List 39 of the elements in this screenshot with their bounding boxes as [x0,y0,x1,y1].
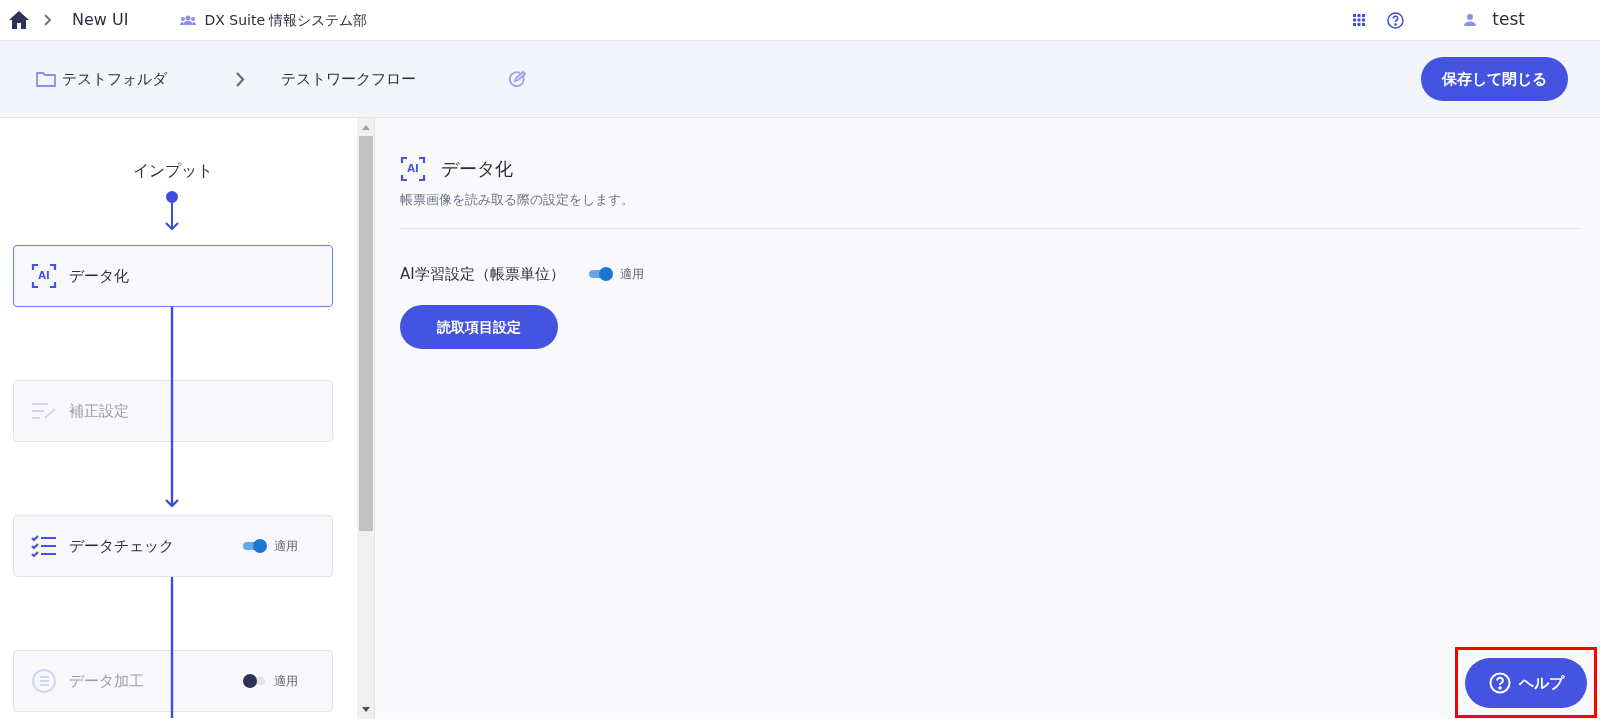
section-title: データ化 [441,157,513,181]
group-icon [180,15,197,25]
start-arrow [164,191,180,231]
chevron-right-icon [235,71,245,87]
user-name[interactable]: test [1492,7,1525,33]
input-label: インプット [131,160,214,182]
checklist-icon [31,535,57,557]
toggle-switch[interactable] [243,539,265,553]
setting-label: AI学習設定（帳票単位） [400,263,565,285]
toggle-label: 適用 [274,673,298,690]
folder-icon [36,71,56,87]
workflow-name: テストワークフロー [281,68,416,90]
workspace-name[interactable]: DX Suite 情報システム部 [204,9,368,31]
home-icon[interactable] [9,11,29,29]
app-name[interactable]: New UI [72,8,129,32]
node-label: データ化 [69,265,129,287]
toggle-label: 適用 [274,538,298,555]
node-label: 補正設定 [69,400,129,422]
save-and-close-button[interactable]: 保存して閉じる [1421,57,1568,101]
chevron-right-icon [44,14,52,26]
app-grid-icon[interactable] [1353,14,1366,26]
flow-node[interactable]: データチェック 適用 [13,515,333,577]
scroll-up-icon[interactable] [361,124,370,130]
lines-pen-icon [31,402,57,420]
flow-node[interactable]: AI データ化 [13,245,333,307]
scrollbar[interactable] [357,118,375,719]
scroll-down-icon[interactable] [361,707,370,713]
node-label: データ加工 [69,670,144,692]
circular-list-icon [31,668,57,694]
help-button[interactable]: ヘルプ [1465,658,1587,708]
toggle-label: 適用 [619,265,644,283]
node-label: データチェック [69,535,174,557]
reading-items-button[interactable]: 読取項目設定 [400,305,558,349]
toggle-switch[interactable] [588,266,611,281]
user-icon[interactable] [1464,14,1477,26]
folder-name[interactable]: テストフォルダ [62,67,167,91]
help-icon [1488,672,1511,694]
section-description: 帳票画像を読み取る際の設定をします。 [400,191,635,209]
help-icon[interactable] [1387,11,1405,29]
